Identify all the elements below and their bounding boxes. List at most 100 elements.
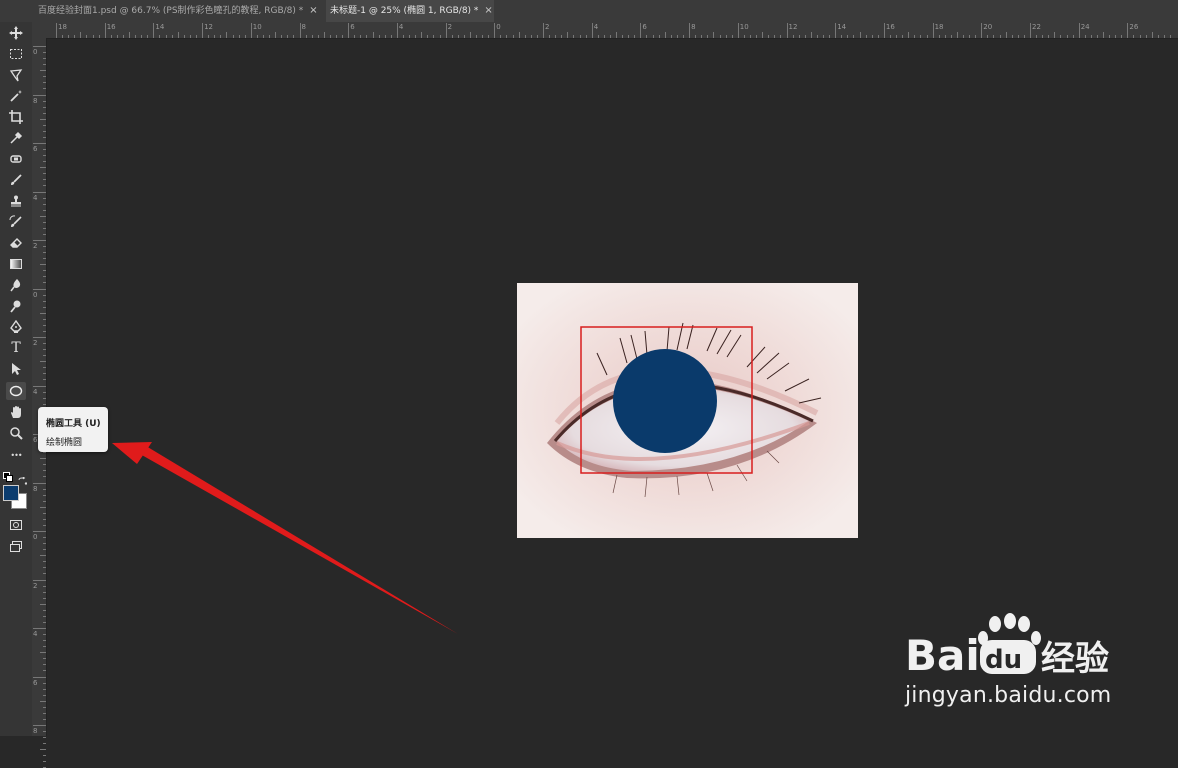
bandage-icon (10, 155, 22, 163)
ruler-label: 8 (33, 484, 38, 493)
ruler-label: 26 (1129, 23, 1139, 31)
eraser-tool[interactable] (6, 234, 26, 252)
zoom-icon (10, 427, 23, 440)
crop-tool[interactable] (6, 108, 26, 126)
ruler-label: 8 (691, 23, 696, 31)
magic-wand-tool[interactable] (6, 87, 26, 105)
more-icon: ••• (10, 450, 22, 460)
default-colors-icon[interactable] (3, 472, 13, 482)
ruler-label: 6 (642, 23, 647, 31)
more-tools[interactable]: ••• (6, 446, 26, 464)
ruler-label: 8 (33, 727, 38, 735)
brush-tool[interactable] (6, 171, 26, 189)
eraser-icon (10, 238, 22, 248)
ruler-label: 2 (33, 242, 38, 250)
ruler-label: 24 (1080, 23, 1090, 31)
svg-text:经验: 经验 (1041, 639, 1109, 676)
ruler-label: 0 (33, 290, 38, 299)
type-tool[interactable]: T (6, 339, 26, 357)
type-icon: T (11, 340, 21, 356)
dodge-tool[interactable] (6, 297, 26, 315)
swap-colors-icon[interactable] (18, 471, 28, 486)
path-select-tool[interactable] (6, 360, 26, 378)
pen-icon (10, 320, 22, 333)
svg-text:du: du (985, 645, 1022, 675)
ruler-label: 18 (58, 23, 67, 31)
ellipse-icon (9, 385, 23, 397)
tab-label: 未标题-1 @ 25% (椭圆 1, RGB/8) * (330, 6, 479, 16)
move-tool[interactable] (6, 24, 26, 42)
ruler-label: 4 (398, 23, 404, 31)
marquee-tool[interactable] (6, 45, 26, 63)
baidu-jingyan-logo: Bai du 经验 (905, 612, 1125, 680)
rect-marquee-icon (10, 49, 22, 59)
screen-mode-button[interactable] (6, 537, 26, 555)
screen-mode-icon (10, 541, 22, 552)
ruler-label: 6 (33, 145, 38, 153)
dodge-icon (10, 300, 21, 313)
blur-tool[interactable] (6, 276, 26, 294)
ruler-label: 8 (33, 96, 38, 105)
ruler-label: 0 (33, 48, 38, 56)
ruler-label: 4 (33, 630, 38, 638)
zoom-tool[interactable] (6, 424, 26, 442)
lasso-tool[interactable] (6, 66, 26, 84)
ruler-label: 14 (155, 23, 165, 31)
svg-text:Bai: Bai (905, 631, 980, 676)
document-tab[interactable]: 百度经验封面1.psd @ 66.7% (PS制作彩色瞳孔的教程, RGB/8)… (34, 0, 324, 22)
eyedropper-icon (10, 131, 23, 144)
canvas-document[interactable] (517, 283, 858, 538)
ruler-label: 20 (983, 23, 993, 31)
eyedropper-tool[interactable] (6, 129, 26, 147)
document-tab-active[interactable]: 未标题-1 @ 25% (椭圆 1, RGB/8) * × (326, 0, 494, 22)
eye-photo (517, 283, 858, 538)
hand-icon (11, 406, 21, 418)
gradient-tool[interactable] (6, 255, 26, 273)
move-icon (9, 26, 23, 40)
hand-tool[interactable] (6, 403, 26, 421)
stamp-tool[interactable] (6, 192, 26, 210)
ruler-label: 2 (447, 23, 453, 31)
ruler-label: 0 (33, 533, 38, 541)
ruler-label: 6 (33, 678, 38, 687)
ruler-label: 10 (252, 23, 262, 31)
pen-tool[interactable] (6, 318, 26, 336)
crop-icon (9, 110, 23, 124)
tool-tooltip: 椭圆工具 (U) 绘制椭圆 (38, 407, 108, 452)
ruler-label: 22 (1032, 23, 1041, 31)
ruler-label: 18 (934, 23, 944, 31)
ruler-label: 6 (350, 23, 355, 31)
ruler-label: 4 (593, 23, 599, 31)
history-brush-tool[interactable] (6, 213, 26, 231)
horizontal-ruler: 18 16 14 12 10 8 6 4 2 0 2 4 6 8 10 12 14 16 18 20 22 24 26 (32, 22, 1178, 39)
ruler-label: 12 (204, 23, 214, 31)
brush-icon (11, 174, 22, 185)
close-icon[interactable]: × (484, 0, 492, 22)
foreground-color-swatch[interactable] (3, 485, 19, 501)
lasso-icon (9, 69, 23, 82)
quick-mask-icon (10, 520, 22, 530)
ellipse-tool[interactable] (6, 382, 26, 400)
gradient-icon (10, 259, 22, 269)
ruler-label: 14 (837, 23, 847, 31)
document-tab-bar: 百度经验封面1.psd @ 66.7% (PS制作彩色瞳孔的教程, RGB/8)… (0, 0, 1178, 22)
ruler-label: 16 (885, 23, 895, 31)
history-brush-icon (9, 215, 22, 227)
ruler-label: 12 (788, 23, 798, 31)
close-icon[interactable]: × (309, 0, 317, 22)
tooltip-title: 椭圆工具 (U) (46, 419, 101, 429)
tab-label: 百度经验封面1.psd @ 66.7% (PS制作彩色瞳孔的教程, RGB/8)… (38, 6, 304, 16)
ruler-label: 16 (106, 23, 116, 31)
ruler-label: 2 (545, 23, 550, 31)
quick-mask-button[interactable] (6, 516, 26, 534)
vertical-ruler: 0 8 6 4 2 0 2 4 6 8 0 2 4 6 8 (32, 38, 47, 768)
tools-panel: T ••• (0, 22, 33, 736)
drop-icon (10, 279, 21, 292)
ruler-label: 4 (33, 387, 38, 396)
ruler-label: 4 (33, 193, 38, 202)
ruler-label: 2 (33, 339, 38, 347)
arrow-cursor-icon (12, 363, 21, 375)
tooltip-description: 绘制椭圆 (46, 438, 83, 448)
magic-wand-icon (10, 90, 22, 102)
healing-tool[interactable] (6, 150, 26, 168)
